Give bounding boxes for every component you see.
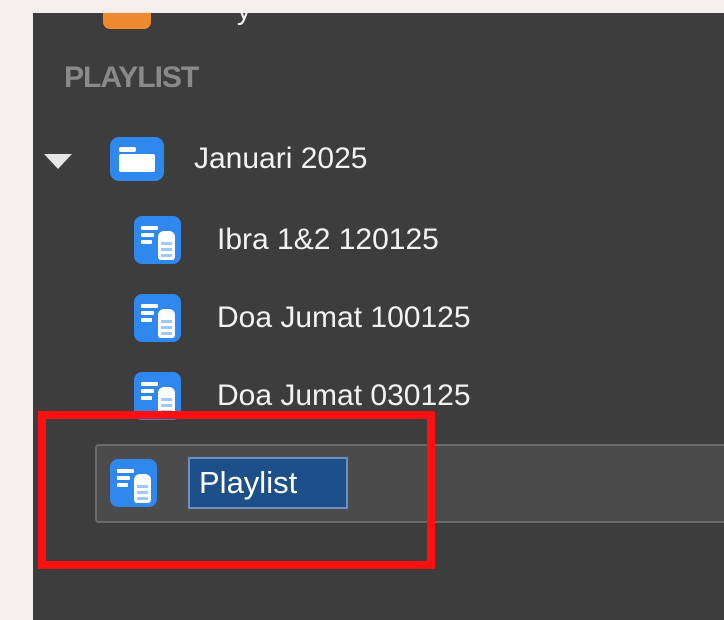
folder-icon (110, 137, 164, 181)
playlist-item-label: Ibra 1&2 120125 (217, 223, 439, 256)
playlist-item-doa-jumat-030125[interactable]: Doa Jumat 030125 (33, 367, 724, 425)
playlist-icon (110, 459, 157, 507)
playlist-sidebar-panel: y PLAYLIST Januari 2025 Ibra 1&2 120125 … (33, 13, 724, 620)
playlist-item-ibra[interactable]: Ibra 1&2 120125 (33, 211, 724, 269)
folder-row-januari-2025[interactable]: Januari 2025 (33, 130, 724, 188)
new-playlist-edit-row[interactable] (95, 444, 724, 523)
playlist-rename-input[interactable] (188, 457, 348, 509)
playlist-item-doa-jumat-100125[interactable]: Doa Jumat 100125 (33, 289, 724, 347)
playlist-item-label: Doa Jumat 100125 (217, 301, 471, 334)
playlist-item-label: Doa Jumat 030125 (217, 379, 471, 412)
chevron-down-icon[interactable] (44, 154, 72, 169)
partial-orange-icon (103, 13, 151, 29)
playlist-icon (134, 372, 181, 420)
playlist-icon (134, 216, 181, 264)
partial-sidebar-label: y (237, 13, 273, 27)
folder-label: Januari 2025 (194, 142, 368, 175)
playlist-icon (134, 294, 181, 342)
playlist-section-header: PLAYLIST (64, 61, 199, 94)
